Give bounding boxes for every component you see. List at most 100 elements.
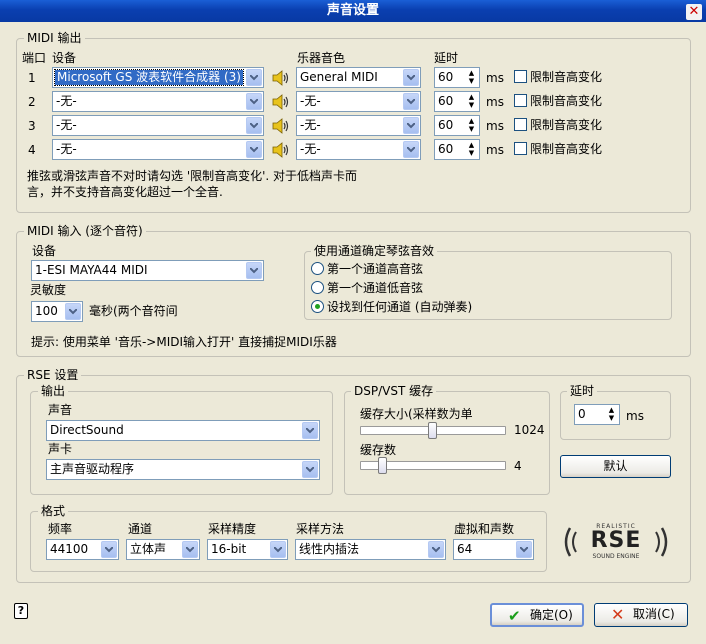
chevron-down-icon[interactable] [516, 541, 532, 558]
instrument-select-3[interactable]: -无- [296, 115, 421, 136]
delay-spinner-2[interactable]: 60 ▲ ▼ [434, 91, 480, 112]
spin-down-icon[interactable]: ▼ [465, 101, 478, 109]
sound-value: DirectSound [50, 423, 124, 437]
radio-label: 第一个通道高音弦 [327, 262, 424, 276]
chevron-down-icon[interactable] [403, 117, 419, 134]
instrument-select-3-value: -无- [300, 118, 321, 132]
delay-spinner-4[interactable]: 60 ▲ ▼ [434, 139, 480, 160]
speaker-icon[interactable] [272, 70, 290, 86]
spin-down-icon[interactable]: ▼ [465, 125, 478, 133]
chevron-down-icon[interactable] [403, 141, 419, 158]
midi-input-device-select[interactable]: 1-ESI MAYA44 MIDI [31, 260, 264, 281]
limit-pitch-label: 限制音高变化 [530, 94, 603, 108]
device-select-2[interactable]: -无- [52, 91, 264, 112]
limit-pitch-checkbox-4[interactable] [514, 142, 527, 155]
precision-select[interactable]: 16-bit [207, 539, 288, 560]
speaker-icon[interactable] [272, 118, 290, 134]
device-select-4[interactable]: -无- [52, 139, 264, 160]
spin-down-icon[interactable]: ▼ [465, 77, 478, 85]
limit-pitch-checkbox-2[interactable] [514, 94, 527, 107]
sound-select[interactable]: DirectSound [46, 420, 320, 441]
chevron-down-icon[interactable] [246, 141, 262, 158]
radio-label: 第一个通道低音弦 [327, 281, 424, 295]
limit-pitch-checkbox-1[interactable] [514, 70, 527, 83]
spin-up-icon[interactable]: ▲ [465, 69, 478, 77]
rse-delay-spinner[interactable]: 0 ▲ ▼ [574, 404, 620, 425]
ok-button[interactable]: ✔ 确定(O) [490, 603, 584, 627]
freq-select[interactable]: 44100 [46, 539, 119, 560]
precision-value: 16-bit [211, 542, 247, 556]
chevron-down-icon[interactable] [403, 69, 419, 86]
ms-label: ms [486, 71, 504, 85]
chevron-down-icon[interactable] [403, 93, 419, 110]
midi-output-note: 言，并不支持音高变化超过一个全音. [27, 185, 223, 199]
buffer-count-slider-thumb[interactable] [378, 457, 387, 474]
midi-input-device-value: 1-ESI MAYA44 MIDI [35, 263, 148, 277]
spin-down-icon[interactable]: ▼ [465, 149, 478, 157]
default-button[interactable]: 默认 [560, 455, 671, 478]
spin-down-icon[interactable]: ▼ [605, 414, 618, 422]
radio-label: 设找到任何通道 (自动弹奏) [327, 300, 473, 314]
delay-spinner-3-value: 60 [438, 118, 454, 132]
spin-up-icon[interactable]: ▲ [465, 93, 478, 101]
chevron-down-icon[interactable] [101, 541, 117, 558]
midi-output-note: 推弦或滑弦声音不对时请勾选 '限制音高变化'. 对于低档声卡而 [27, 169, 358, 183]
device-select-4-value: -无- [56, 142, 77, 156]
radio-first-channel-low[interactable] [311, 281, 324, 294]
chevron-down-icon[interactable] [65, 303, 81, 320]
method-select[interactable]: 线性内插法 [295, 539, 446, 560]
chevron-down-icon[interactable] [246, 262, 262, 279]
spin-up-icon[interactable]: ▲ [465, 117, 478, 125]
cancel-button[interactable]: ✕ 取消(C) [594, 603, 688, 627]
card-label: 声卡 [48, 442, 73, 456]
buffer-size-slider-thumb[interactable] [428, 422, 437, 439]
cancel-button-label: 取消(C) [633, 607, 675, 621]
radio-any-channel[interactable] [311, 300, 324, 313]
midi-input-device-label: 设备 [32, 244, 57, 258]
device-select-1[interactable]: Microsoft GS 波表软件合成器 (3) [52, 67, 264, 88]
chevron-down-icon[interactable] [246, 117, 262, 134]
buffer-count-label: 缓存数 [360, 443, 397, 457]
rse-logo-bottom: SOUND ENGINE [592, 553, 640, 560]
spin-up-icon[interactable]: ▲ [465, 141, 478, 149]
chevron-down-icon[interactable] [246, 93, 262, 110]
sensitivity-select[interactable]: 100 [31, 301, 83, 322]
close-icon[interactable]: ✕ [686, 4, 702, 20]
limit-pitch-checkbox-3[interactable] [514, 118, 527, 131]
radio-first-channel-high[interactable] [311, 262, 324, 275]
channel-select[interactable]: 立体声 [126, 539, 200, 560]
chevron-down-icon[interactable] [246, 69, 262, 86]
instrument-select-2[interactable]: -无- [296, 91, 421, 112]
midi-output-group-label: MIDI 输出 [24, 31, 85, 45]
chevron-down-icon[interactable] [182, 541, 198, 558]
virtual-select[interactable]: 64 [453, 539, 534, 560]
card-select[interactable]: 主声音驱动程序 [46, 459, 320, 480]
chevron-down-icon[interactable] [428, 541, 444, 558]
delay-spinner-3[interactable]: 60 ▲ ▼ [434, 115, 480, 136]
col-instrument-header: 乐器音色 [297, 51, 346, 65]
delay-spinner-1-value: 60 [438, 70, 454, 84]
spin-up-icon[interactable]: ▲ [605, 406, 618, 414]
channel-group-label: 使用通道确定琴弦音效 [311, 244, 438, 258]
limit-pitch-label: 限制音高变化 [530, 142, 603, 156]
delay-spinner-1[interactable]: 60 ▲ ▼ [434, 67, 480, 88]
port-number: 2 [28, 95, 36, 109]
instrument-select-1[interactable]: General MIDI [296, 67, 421, 88]
instrument-select-1-value: General MIDI [300, 70, 378, 84]
chevron-down-icon[interactable] [302, 422, 318, 439]
freq-label: 频率 [48, 522, 73, 536]
speaker-icon[interactable] [272, 142, 290, 158]
help-icon[interactable]: ? [14, 603, 28, 619]
chevron-down-icon[interactable] [302, 461, 318, 478]
instrument-select-2-value: -无- [300, 94, 321, 108]
channel-value: 立体声 [130, 542, 167, 556]
chevron-down-icon[interactable] [270, 541, 286, 558]
midi-input-hint: 提示: 使用菜单 '音乐->MIDI输入打开' 直接捕捉MIDI乐器 [31, 335, 337, 349]
dsp-group-label: DSP/VST 缓存 [351, 384, 437, 398]
speaker-icon[interactable] [272, 94, 290, 110]
device-select-3[interactable]: -无- [52, 115, 264, 136]
port-number: 1 [28, 71, 36, 85]
rse-logo: REALISTIC RSE SOUND ENGINE [560, 522, 672, 562]
window-title: 声音设置 [0, 0, 706, 22]
instrument-select-4[interactable]: -无- [296, 139, 421, 160]
